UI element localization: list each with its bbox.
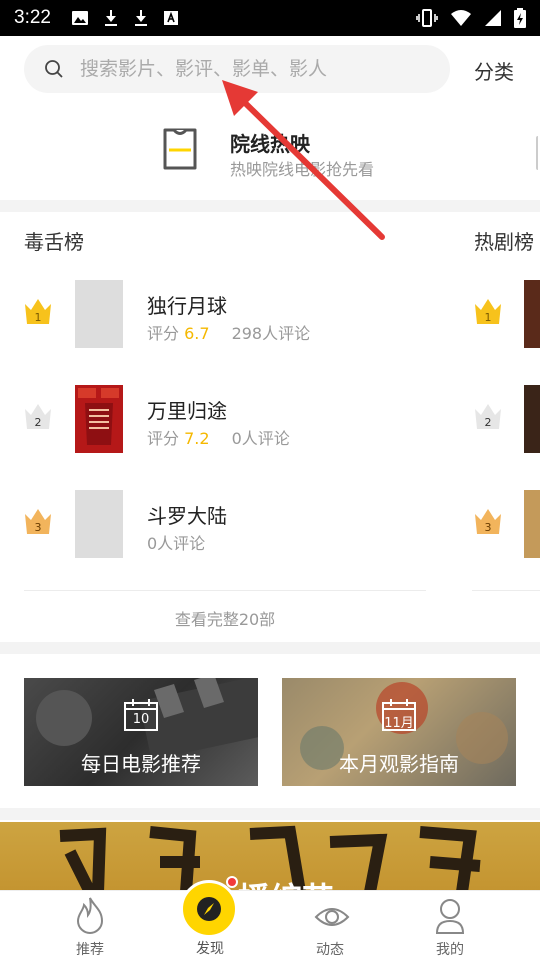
calendar-date: 10: [132, 712, 150, 727]
rank-item[interactable]: 2 万里归途 评分 7.2 0人评论: [24, 385, 434, 475]
poster-placeholder: [75, 490, 123, 558]
eye-icon: [314, 908, 350, 926]
vibrate-icon: [416, 9, 438, 27]
movie-score: 6.7: [184, 324, 210, 343]
rank-item[interactable]: 1 独行月球 评分 6.7 298人评论: [24, 280, 434, 370]
rank-title-toxic[interactable]: 毒舌榜: [24, 226, 84, 255]
now-showing-card[interactable]: 院线热映 热映院线电影抢先看: [0, 102, 540, 200]
nav-tab-feed[interactable]: 动态: [270, 891, 390, 960]
nav-label: 推荐: [76, 942, 104, 958]
movie-score: 7.2: [184, 429, 210, 448]
review-count: 0人评论: [231, 429, 290, 448]
download-icon: [134, 10, 147, 26]
rank-number: 3: [485, 521, 492, 534]
crown-gold-icon: 1: [25, 299, 51, 324]
drama-poster[interactable]: [524, 385, 540, 453]
poster-placeholder: [75, 280, 123, 348]
score-label: 评分: [147, 429, 180, 448]
rank-title-drama[interactable]: 热剧榜: [474, 226, 534, 255]
image-icon: [71, 11, 88, 25]
search-box[interactable]: [24, 45, 450, 93]
nav-tab-profile[interactable]: 我的: [390, 891, 510, 960]
search-row: 分类: [0, 36, 540, 102]
view-all-link[interactable]: 查看完整20部: [0, 606, 450, 630]
feature-banner[interactable]: 播综艺: [0, 822, 540, 892]
rank-number: 2: [35, 416, 42, 429]
signal-icon: [485, 10, 501, 26]
bottom-nav: 推荐 动态 我的: [0, 890, 540, 960]
nav-label: 我的: [436, 942, 464, 958]
category-link[interactable]: 分类: [474, 56, 514, 85]
nav-tab-discover[interactable]: [180, 880, 238, 938]
status-time: 3:22: [14, 7, 51, 28]
now-showing-subtitle: 热映院线电影抢先看: [230, 160, 375, 179]
crown-bronze-icon: 3: [25, 509, 51, 534]
card-label: 每日电影推荐: [81, 752, 201, 776]
ticket-icon: [163, 128, 197, 170]
section-divider: [0, 808, 540, 820]
movie-meta: 评分 7.2 0人评论: [147, 425, 290, 449]
rank-number: 3: [35, 521, 42, 534]
crown-silver-icon: 2: [475, 404, 501, 429]
notification-dot: [226, 876, 238, 888]
score-label: 评分: [147, 324, 180, 343]
next-card-edge: [536, 136, 540, 170]
section-divider: [0, 642, 540, 654]
status-bar: 3:22: [0, 0, 540, 36]
nav-tab-recommend[interactable]: 推荐: [30, 891, 150, 960]
now-showing-title: 院线热映: [230, 132, 310, 156]
list-divider: [472, 590, 540, 591]
movie-name: 独行月球: [147, 294, 227, 318]
daily-recommendation-card[interactable]: 10 每日电影推荐: [24, 678, 258, 786]
wifi-icon: [451, 10, 471, 26]
review-count: 298人评论: [231, 324, 311, 343]
movie-poster: [75, 385, 123, 453]
card-label: 本月观影指南: [339, 752, 459, 776]
rank-number: 1: [35, 311, 42, 324]
crown-gold-icon: 1: [475, 299, 501, 324]
calendar-date: 11月: [384, 716, 414, 731]
movie-name: 万里归途: [147, 399, 227, 423]
nav-label: 动态: [316, 942, 344, 958]
movie-name: 斗罗大陆: [147, 504, 227, 528]
movie-meta: 0人评论: [147, 530, 205, 554]
rank-number: 2: [485, 416, 492, 429]
review-count: 0人评论: [147, 534, 206, 553]
monthly-guide-card[interactable]: 11月 本月观影指南: [282, 678, 516, 786]
fire-icon: [76, 897, 104, 935]
compass-icon: [197, 897, 221, 921]
app-screen: 3:22 分类 院线热映 热映院线电影抢先看: [0, 0, 540, 960]
download-icon: [104, 10, 117, 26]
search-icon: [45, 60, 63, 78]
rank-number: 1: [485, 311, 492, 324]
profile-icon: [435, 899, 465, 934]
rank-item[interactable]: 3 斗罗大陆 0人评论: [24, 490, 434, 580]
section-divider: [0, 200, 540, 212]
movie-meta: 评分 6.7 298人评论: [147, 320, 310, 344]
nav-label: 发现: [196, 941, 224, 957]
battery-charging-icon: [514, 8, 526, 28]
drama-poster[interactable]: [524, 490, 540, 558]
text-a-icon: [163, 11, 178, 25]
search-input[interactable]: [80, 58, 410, 80]
crown-bronze-icon: 3: [475, 509, 501, 534]
crown-silver-icon: 2: [25, 404, 51, 429]
list-divider: [24, 590, 426, 591]
drama-poster[interactable]: [524, 280, 540, 348]
